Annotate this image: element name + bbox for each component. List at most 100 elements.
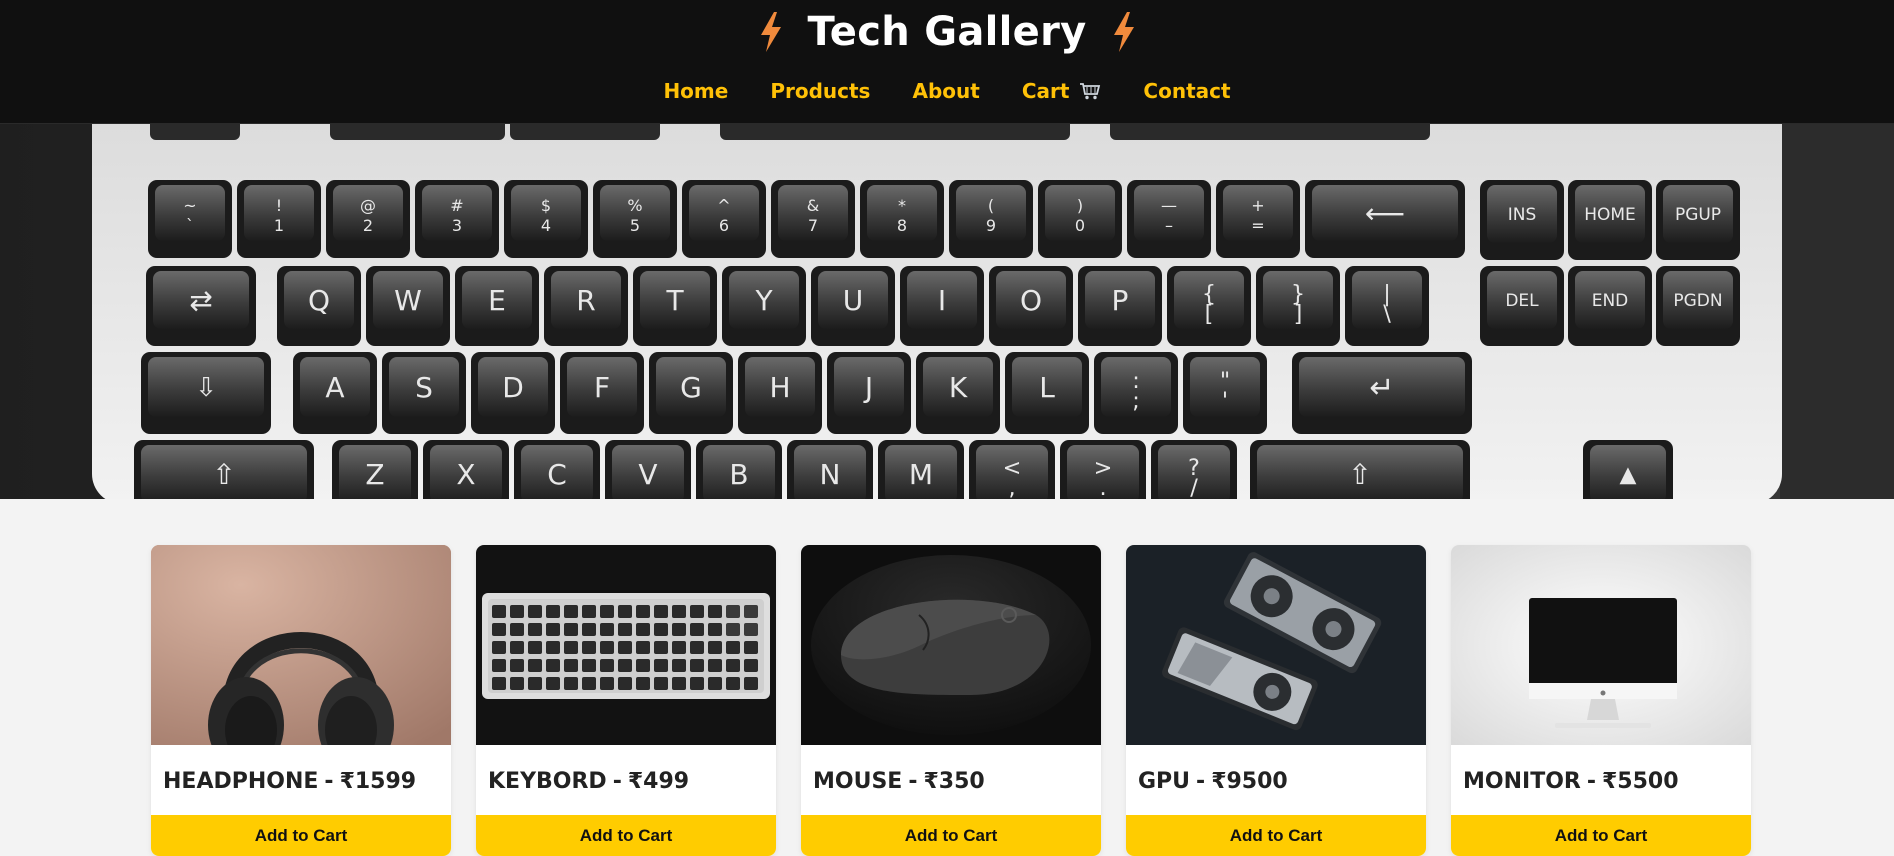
product-price: ₹499 <box>627 769 690 794</box>
add-to-cart-button[interactable]: Add to Cart <box>476 815 776 856</box>
svg-text:3: 3 <box>452 216 462 235</box>
svg-text:S: S <box>415 371 433 404</box>
headphones-photo <box>151 545 451 745</box>
svg-text:O: O <box>1020 284 1042 317</box>
nav-cart[interactable]: Cart <box>1022 79 1102 103</box>
keyboard-key: V <box>605 440 691 499</box>
svg-text:5: 5 <box>630 216 640 235</box>
nav-products-label: Products <box>770 79 871 103</box>
shopping-cart-icon <box>1080 83 1101 100</box>
add-to-cart-button[interactable]: Add to Cart <box>1126 815 1426 856</box>
keyboard-key: PGDN <box>1656 266 1740 346</box>
keyboard-key: F <box>560 352 644 434</box>
keyboard-key: &7 <box>771 180 855 258</box>
product-card: KEYBORD - ₹499 Add to Cart <box>476 545 776 856</box>
keyboard-key: ?/ <box>1151 440 1237 499</box>
nav-products[interactable]: Products <box>770 79 870 103</box>
keyboard-key: E <box>455 266 539 346</box>
svg-text:INS: INS <box>1508 205 1537 225</box>
keyboard-key: !1 <box>237 180 321 258</box>
keyboard-key: |\ <box>1345 266 1429 346</box>
product-card: MONITOR - ₹5500 Add to Cart <box>1451 545 1751 856</box>
product-grid: HEADPHONE - ₹1599 Add to Cart KEYBORD - … <box>151 545 1751 856</box>
svg-text:⇧: ⇧ <box>1348 458 1371 491</box>
enter-key: ↵ <box>1292 352 1472 434</box>
svg-text:^: ^ <box>717 196 730 215</box>
keyboard-key: INS <box>1480 180 1564 260</box>
hero-banner: ~ `! 1 @2 #3 $4% 5 ^ 6 & 7 * 8(9) 0— – + = ⟵ ⇄ Q W E R T Y U I O P{[… <box>0 124 1894 499</box>
nav-home[interactable]: Home <box>663 79 728 103</box>
keyboard-key <box>1110 124 1430 140</box>
product-price: ₹5500 <box>1601 769 1679 794</box>
keyboard-key: R <box>544 266 628 346</box>
keyboard-key <box>510 124 660 140</box>
svg-text:0: 0 <box>1075 216 1085 235</box>
title-separator: - <box>908 769 918 794</box>
svg-text:E: E <box>488 284 506 317</box>
svg-text:Y: Y <box>754 284 773 317</box>
svg-text:6: 6 <box>719 216 729 235</box>
keyboard-photo <box>476 545 776 745</box>
keyboard-key: *8 <box>860 180 944 258</box>
lightning-bolt-icon <box>1113 12 1134 52</box>
svg-text:PGDN: PGDN <box>1673 291 1722 311</box>
keyboard-key: M <box>878 440 964 499</box>
svg-text:W: W <box>394 284 422 317</box>
product-title: MOUSE - ₹350 <box>813 769 1093 799</box>
svg-text:8: 8 <box>897 216 907 235</box>
keyboard-key: J <box>827 352 911 434</box>
site-header: Tech Gallery Home Products About Cart Co… <box>0 0 1894 124</box>
add-to-cart-button[interactable]: Add to Cart <box>801 815 1101 856</box>
svg-text:L: L <box>1039 371 1055 404</box>
product-price: ₹1599 <box>339 769 417 794</box>
keyboard-key: U <box>811 266 895 346</box>
product-name: MONITOR <box>1463 769 1581 794</box>
svg-text:Q: Q <box>308 284 330 317</box>
keyboard-key: —– <box>1127 180 1211 258</box>
keyboard-key <box>720 124 1070 140</box>
svg-text:,: , <box>1008 475 1015 499</box>
arrow-up-key: ▲ <box>1583 440 1673 499</box>
keyboard-key: END <box>1568 266 1652 346</box>
svg-text:.: . <box>1099 475 1106 499</box>
add-to-cart-button[interactable]: Add to Cart <box>151 815 451 856</box>
keyboard-key: D <box>471 352 555 434</box>
svg-text:⇄: ⇄ <box>189 284 212 317</box>
keyboard-key <box>150 124 240 140</box>
svg-text:$: $ <box>541 196 551 215</box>
main-nav: Home Products About Cart Contact <box>0 76 1894 106</box>
svg-text:N: N <box>820 458 841 491</box>
keyboard-key: @2 <box>326 180 410 258</box>
keyboard-key: PGUP <box>1656 180 1740 260</box>
product-title: GPU - ₹9500 <box>1138 769 1418 799</box>
svg-text:%: % <box>627 196 642 215</box>
product-card: GPU - ₹9500 Add to Cart <box>1126 545 1426 856</box>
keyboard-key: N <box>787 440 873 499</box>
svg-text:7: 7 <box>808 216 818 235</box>
keyboard-key: {[ <box>1167 266 1251 346</box>
keyboard-key: "' <box>1183 352 1267 434</box>
nav-about-label: About <box>912 79 980 103</box>
svg-text:]: ] <box>1294 301 1303 327</box>
svg-text:P: P <box>1112 284 1129 317</box>
nav-about[interactable]: About <box>912 79 979 103</box>
keyboard-key: <, <box>969 440 1055 499</box>
keyboard-key: O <box>989 266 1073 346</box>
product-card: HEADPHONE - ₹1599 Add to Cart <box>151 545 451 856</box>
svg-text:X: X <box>456 458 475 491</box>
keyboard-key: A <box>293 352 377 434</box>
svg-text:⇩: ⇩ <box>195 373 217 403</box>
svg-text:9: 9 <box>986 216 996 235</box>
nav-contact[interactable]: Contact <box>1143 79 1230 103</box>
keyboard-key: ~` <box>148 180 232 258</box>
svg-text:(: ( <box>988 196 994 215</box>
keyboard-key: Q <box>277 266 361 346</box>
svg-text:H: H <box>769 371 790 404</box>
add-to-cart-button[interactable]: Add to Cart <box>1451 815 1751 856</box>
svg-text:4: 4 <box>541 216 551 235</box>
keyboard-key: Z <box>332 440 418 499</box>
title-separator: - <box>1586 769 1596 794</box>
keyboard-key: #3 <box>415 180 499 258</box>
keyboard-key: (9 <box>949 180 1033 258</box>
svg-text:/: / <box>1190 475 1198 499</box>
